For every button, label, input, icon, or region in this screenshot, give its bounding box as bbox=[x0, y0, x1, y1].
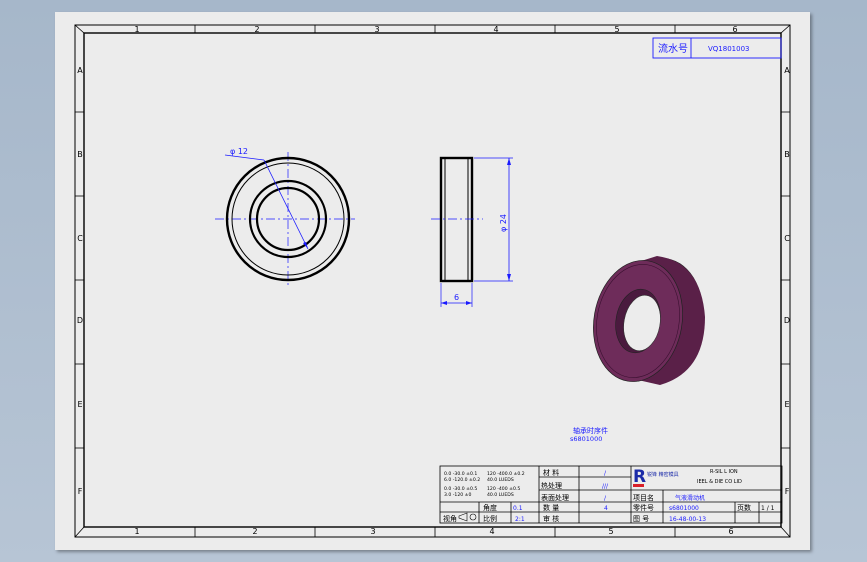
company-name-en-1: R-SIL L ION bbox=[710, 469, 738, 475]
side-dim-height: φ 24 bbox=[499, 214, 508, 232]
col-label-4: 4 bbox=[493, 25, 498, 34]
serial-box: 流水号 VQ1801003 bbox=[652, 37, 782, 59]
tol-right-0: 120 -400.0 ±0.2 bbox=[487, 471, 525, 477]
front-dim-label: φ 12 bbox=[230, 147, 248, 156]
qty-label: 数 量 bbox=[543, 503, 559, 512]
company-name-en-2: IEEL & DIE CO LID bbox=[697, 479, 742, 485]
col-label-3: 3 bbox=[374, 25, 379, 34]
isometric-view bbox=[593, 256, 705, 385]
row-label-f-right: F bbox=[785, 487, 790, 496]
projection-symbol-icon bbox=[458, 512, 477, 522]
tol-right-2: 120 -400 ±0.5 bbox=[487, 486, 520, 492]
row-label-d: D bbox=[77, 316, 83, 325]
tol-left-0: 0.0 -30.0 ±0.1 bbox=[444, 471, 477, 477]
mark-label: 角度 bbox=[483, 503, 497, 512]
row-label-e-right: E bbox=[784, 400, 789, 409]
review-label: 审 核 bbox=[543, 514, 559, 523]
heat-label: 热处理 bbox=[541, 481, 562, 490]
row-label-e: E bbox=[77, 400, 82, 409]
scale-value: 2:1 bbox=[515, 516, 525, 523]
col-label-3-bottom: 3 bbox=[370, 527, 375, 536]
company-logo: R 锐锋 精密模具 R-SIL L ION IEEL & DIE CO LID bbox=[633, 467, 742, 487]
project-value: 气液滑动机 bbox=[675, 494, 705, 502]
col-label-6: 6 bbox=[732, 25, 737, 34]
part-value: s6801000 bbox=[669, 505, 699, 512]
qty-value: 4 bbox=[604, 505, 608, 512]
row-label-d-right: D bbox=[784, 316, 790, 325]
col-label-2-bottom: 2 bbox=[252, 527, 257, 536]
part-label: 零件号 bbox=[633, 503, 654, 512]
drawing-label: 图 号 bbox=[633, 515, 649, 523]
row-label-a-right: A bbox=[784, 66, 790, 75]
col-label-1-bottom: 1 bbox=[134, 527, 139, 536]
col-label-1: 1 bbox=[134, 25, 139, 34]
projection-label: 视角 bbox=[443, 514, 457, 523]
row-label-c: C bbox=[77, 234, 83, 243]
row-label-b: B bbox=[77, 150, 83, 159]
tol-left-1: 6.0 -120.0 ±0.2 bbox=[444, 477, 480, 483]
page-value: 1 / 1 bbox=[761, 505, 775, 512]
surface-label: 表面处理 bbox=[541, 493, 569, 502]
material-value: / bbox=[604, 470, 607, 477]
row-label-b-right: B bbox=[784, 150, 790, 159]
serial-label: 流水号 bbox=[658, 42, 688, 55]
tol-left-3: 3.0 -120 ±0 bbox=[444, 492, 472, 498]
row-label-a: A bbox=[77, 66, 83, 75]
tol-right-3: 40.0 LUEDS bbox=[487, 492, 514, 498]
tol-right-1: 40.0 LUEDS bbox=[487, 477, 514, 483]
col-label-5: 5 bbox=[614, 25, 619, 34]
part-note-code: s6801000 bbox=[570, 435, 602, 443]
tol-left-2: 0.0 -30.0 ±0.5 bbox=[444, 486, 477, 492]
material-label: 材 料 bbox=[543, 468, 559, 477]
drawing-sheet[interactable]: 1 2 3 4 5 6 1 2 3 4 5 6 A B C D E F A B … bbox=[55, 12, 810, 550]
col-label-4-bottom: 4 bbox=[489, 527, 494, 536]
front-view: φ 12 bbox=[215, 147, 355, 287]
company-name-cn: 锐锋 精密模具 bbox=[647, 471, 679, 478]
col-label-2: 2 bbox=[254, 25, 259, 34]
drawing-value: 16-48-00-13 bbox=[669, 516, 706, 523]
serial-value: VQ1801003 bbox=[708, 45, 749, 53]
part-note-title: 轴承时序件 bbox=[573, 426, 608, 435]
row-label-f: F bbox=[78, 487, 83, 496]
project-label: 项目名 bbox=[633, 493, 654, 502]
scale-label: 比例 bbox=[483, 514, 497, 523]
heat-value: /// bbox=[602, 483, 609, 490]
col-label-5-bottom: 5 bbox=[608, 527, 613, 536]
col-label-6-bottom: 6 bbox=[728, 527, 733, 536]
drawing-canvas: 1 2 3 4 5 6 1 2 3 4 5 6 A B C D E F A B … bbox=[74, 24, 791, 538]
side-dim-width: 6 bbox=[454, 293, 459, 302]
page-label: 页数 bbox=[737, 503, 751, 512]
side-view: φ 24 6 bbox=[431, 156, 513, 307]
precision-value: 0.1 bbox=[513, 505, 523, 512]
surface-value: / bbox=[604, 495, 607, 502]
cad-viewport[interactable]: 1 2 3 4 5 6 1 2 3 4 5 6 A B C D E F A B … bbox=[0, 0, 867, 562]
row-label-c-right: C bbox=[784, 234, 790, 243]
